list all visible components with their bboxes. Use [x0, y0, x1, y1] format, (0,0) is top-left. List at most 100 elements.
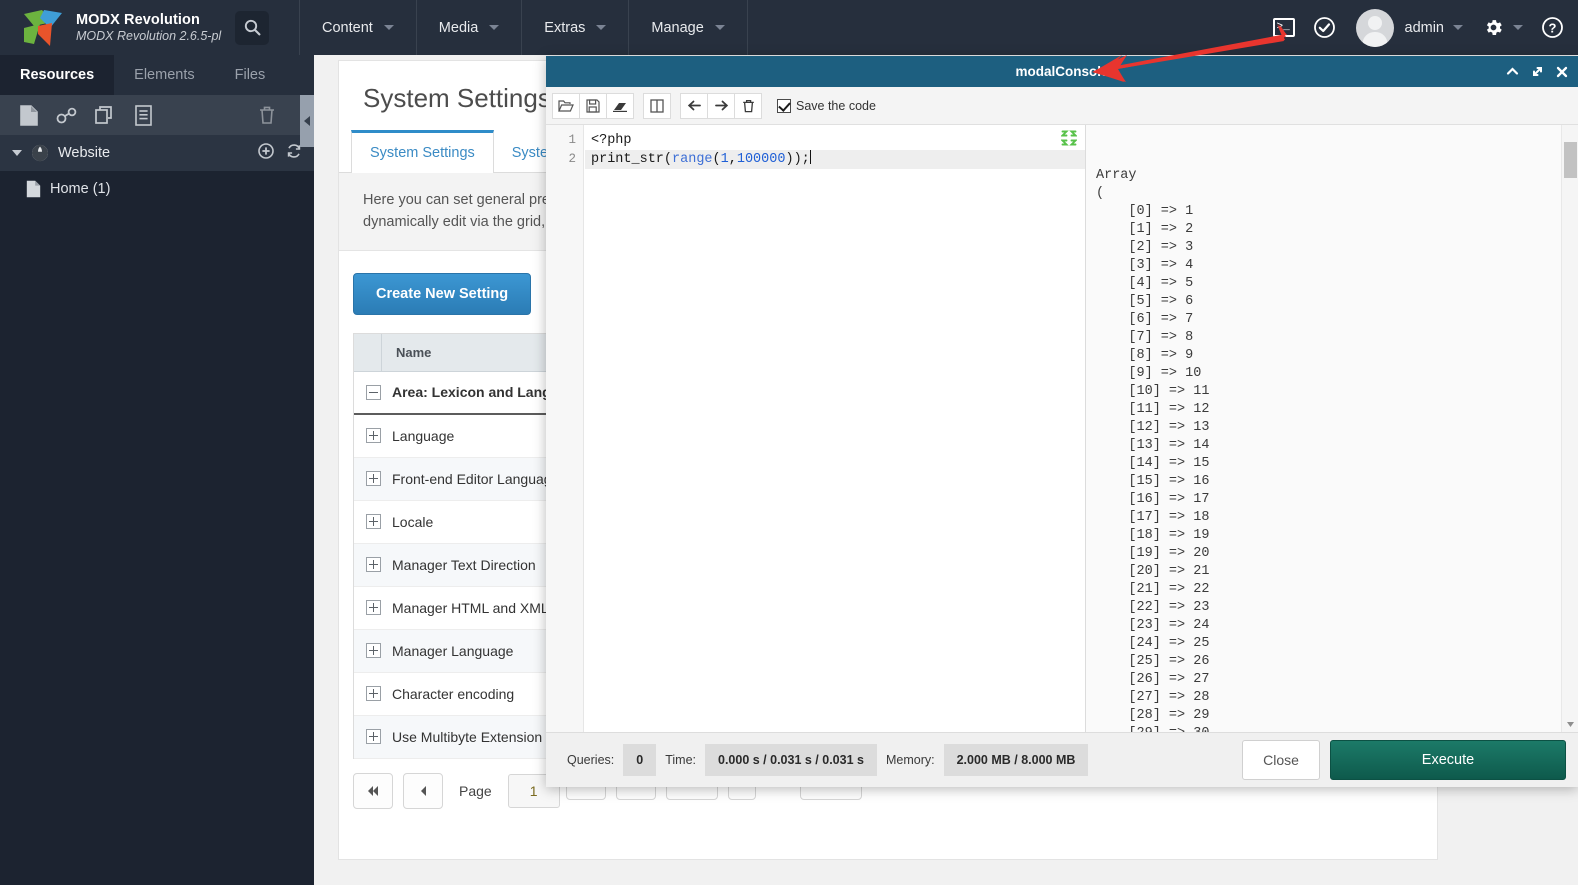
console-output-pane: Array ( [0] => 1 [1] => 2 [2] => 3 [3] =…	[1086, 125, 1578, 732]
sidebar-tab-elements[interactable]: Elements	[114, 55, 214, 95]
editor-code-area[interactable]: <?php print_str(range(1,100000));	[585, 125, 1085, 732]
tree-node-home[interactable]: Home (1)	[0, 171, 314, 207]
menu-item-label: Manage	[651, 19, 704, 36]
expand-row-icon[interactable]	[366, 557, 381, 573]
output-text: Array ( [0] => 1 [1] => 2 [2] => 3 [3] =…	[1096, 168, 1210, 732]
search-icon[interactable]	[235, 10, 270, 45]
tab-system-settings[interactable]: System Settings	[351, 130, 494, 173]
text-caret	[809, 150, 811, 164]
main-menu: Content Media Extras Manage	[300, 0, 748, 55]
queries-label: Queries:	[567, 753, 615, 767]
create-new-setting-button[interactable]: Create New Setting	[353, 272, 532, 315]
topbar-right-cluster: >_ admin ?	[1272, 0, 1578, 55]
modal-title: modalConsole	[1015, 64, 1109, 79]
left-sidebar: Resources Elements Files Website Home (1…	[0, 55, 314, 885]
sidebar-tab-files[interactable]: Files	[215, 55, 286, 95]
sidebar-tab-resources[interactable]: Resources	[0, 55, 115, 95]
row-label: Use Multibyte Extension	[392, 728, 543, 745]
menu-item-label: Content	[322, 19, 373, 36]
checkbox-checked-icon	[777, 98, 791, 113]
menu-item-media[interactable]: Media	[417, 0, 523, 55]
avatar[interactable]	[1355, 8, 1394, 47]
new-symlink-icon[interactable]	[86, 96, 124, 134]
memory-value: 2.000 MB / 8.000 MB	[943, 744, 1089, 776]
output-scrollbar[interactable]	[1561, 125, 1578, 732]
chevron-down-icon	[12, 150, 22, 156]
document-icon	[26, 180, 41, 198]
avatar-head	[1367, 15, 1382, 30]
add-icon[interactable]	[258, 143, 274, 163]
clear-icon[interactable]	[606, 92, 634, 119]
delete-icon[interactable]	[734, 92, 762, 119]
forward-icon[interactable]	[707, 92, 735, 119]
save-the-code-checkbox[interactable]: Save the code	[777, 98, 876, 113]
console-glyph: >_	[1276, 21, 1290, 33]
close-icon[interactable]	[1556, 66, 1568, 78]
tree-node-website[interactable]: Website	[0, 135, 314, 171]
username-label[interactable]: admin	[1405, 20, 1445, 36]
expand-row-icon[interactable]	[366, 643, 381, 659]
menu-item-content[interactable]: Content	[300, 0, 417, 55]
scrollbar-thumb[interactable]	[1564, 142, 1577, 178]
line-number: 2	[568, 152, 576, 166]
split-view-icon[interactable]	[643, 92, 671, 119]
code-token-open-paren: (	[712, 152, 721, 167]
expand-row-icon[interactable]	[366, 686, 381, 702]
menu-item-manage[interactable]: Manage	[629, 0, 748, 55]
menu-item-label: Media	[438, 19, 479, 36]
new-static-resource-icon[interactable]	[124, 96, 162, 134]
tree-node-label: Home (1)	[50, 181, 111, 197]
save-file-icon[interactable]	[579, 92, 607, 119]
top-navigation-bar: MODX Revolution MODX Revolution 2.6.5-pl…	[0, 0, 1578, 55]
brand-subtitle: MODX Revolution 2.6.5-pl	[76, 28, 222, 43]
modal-body: 1 2 <?php print_str(range(1,100000)); Ar…	[546, 125, 1578, 732]
modal-console-window: modalConsole Save the code 1 2 <?php pri…	[546, 56, 1578, 787]
first-page-icon[interactable]	[353, 772, 393, 809]
help-icon[interactable]: ?	[1541, 16, 1564, 39]
sidebar-tabs: Resources Elements Files	[0, 55, 314, 95]
expand-row-icon[interactable]	[366, 428, 381, 444]
editor-line-numbers: 1 2	[546, 125, 584, 732]
console-icon[interactable]: >_	[1272, 18, 1295, 37]
code-token-arg-2: 100000	[736, 152, 786, 167]
code-editor-pane[interactable]: 1 2 <?php print_str(range(1,100000));	[546, 125, 1086, 732]
code-token-suffix: ));	[785, 152, 810, 167]
open-file-icon[interactable]	[552, 92, 580, 119]
expand-row-icon[interactable]	[366, 471, 381, 487]
collapse-icon[interactable]	[1506, 66, 1519, 77]
save-the-code-label: Save the code	[796, 98, 876, 113]
code-token-comma: ,	[728, 152, 737, 167]
close-button[interactable]: Close	[1242, 740, 1320, 780]
chevron-down-icon[interactable]	[1513, 25, 1523, 30]
expand-row-icon[interactable]	[366, 729, 381, 745]
expand-row-icon[interactable]	[366, 600, 381, 616]
new-weblink-icon[interactable]	[48, 96, 86, 134]
collapse-sidebar-icon[interactable]	[300, 95, 314, 147]
globe-icon	[31, 144, 49, 162]
page-label: Page	[459, 782, 492, 799]
maximize-icon[interactable]	[1531, 65, 1544, 78]
scroll-down-icon[interactable]	[1562, 716, 1578, 732]
chevron-down-icon	[714, 25, 725, 30]
modal-footer: Queries: 0 Time: 0.000 s / 0.031 s / 0.0…	[546, 732, 1578, 787]
check-circle-icon[interactable]	[1313, 16, 1336, 39]
row-label: Manager Text Direction	[392, 556, 536, 573]
grid-header-spacer	[354, 333, 382, 371]
expand-row-icon[interactable]	[366, 514, 381, 530]
brand-text: MODX Revolution MODX Revolution 2.6.5-pl	[76, 12, 221, 44]
row-label: Front-end Editor Language	[392, 470, 560, 487]
row-label: Locale	[392, 513, 434, 530]
chevron-down-icon[interactable]	[1453, 25, 1463, 30]
fold-collapse-icon[interactable]	[1060, 130, 1078, 151]
code-token-prefix: print_str(	[591, 152, 673, 167]
previous-page-icon[interactable]	[403, 772, 443, 809]
trash-icon[interactable]	[248, 96, 286, 134]
gear-icon[interactable]	[1483, 17, 1504, 38]
collapse-group-icon[interactable]	[366, 384, 381, 400]
execute-button[interactable]: Execute	[1330, 740, 1566, 780]
menu-item-extras[interactable]: Extras	[522, 0, 630, 55]
time-value: 0.000 s / 0.031 s / 0.031 s	[705, 744, 877, 776]
new-document-icon[interactable]	[10, 96, 48, 134]
back-icon[interactable]	[680, 92, 708, 119]
svg-text:?: ?	[1549, 20, 1557, 35]
